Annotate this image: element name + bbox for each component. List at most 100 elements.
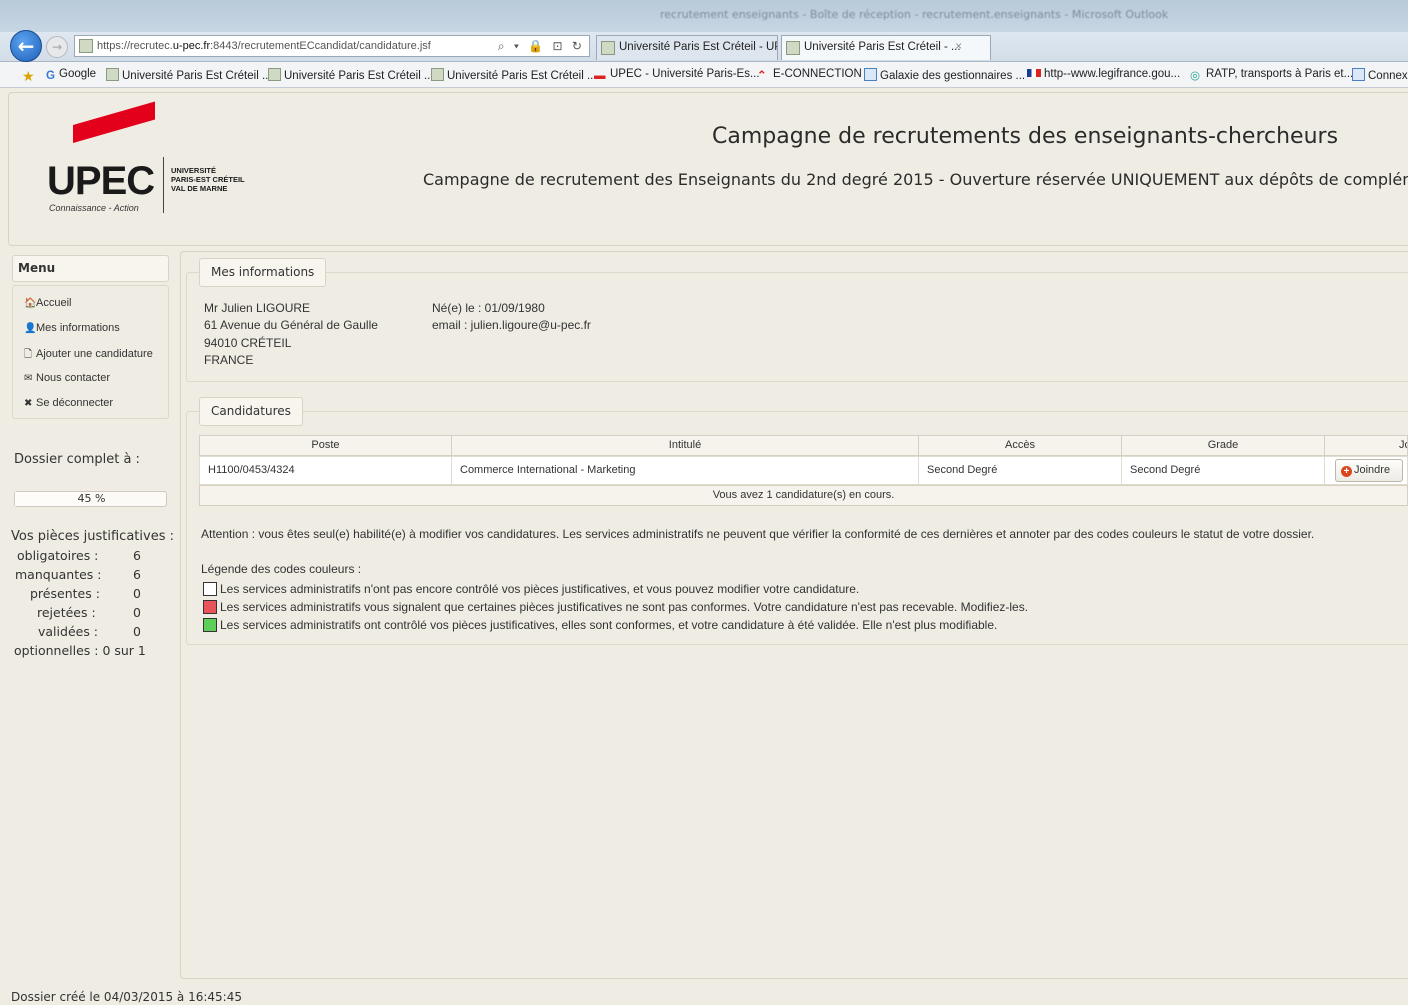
user-name: Mr Julien LIGOURE	[204, 301, 311, 315]
logo-university-text: UNIVERSITÉ PARIS-EST CRÉTEIL VAL DE MARN…	[171, 166, 245, 193]
forward-button[interactable]: →	[46, 36, 68, 58]
red-swatch-icon	[203, 600, 217, 614]
user-address-line1: 61 Avenue du Général de Gaulle	[204, 318, 378, 332]
progress-text: 45 %	[77, 492, 106, 505]
pieces-title: Vos pièces justificatives :	[11, 529, 174, 544]
pieces-obligatoires-label: obligatoires :	[17, 548, 99, 563]
favorite-legifrance[interactable]: http--www.legifrance.gou...	[1027, 68, 1180, 80]
site-icon	[431, 68, 444, 81]
logo-red-bar	[73, 101, 155, 143]
logo-wordmark: UPEC	[47, 159, 155, 203]
google-icon: G	[46, 70, 55, 82]
tab-label: Université Paris Est Créteil - UP...	[619, 41, 778, 53]
menu-item-nous-contacter[interactable]: ✉ Nous contacter	[24, 372, 110, 384]
upec-mark-icon: ▬	[594, 70, 606, 82]
cell-poste: H1100/0453/4324	[199, 456, 452, 485]
pieces-validees-label: validées :	[38, 624, 99, 639]
favorites-bar: ★ G Google Université Paris Est Créteil .…	[0, 62, 1408, 88]
back-button[interactable]: ←	[10, 30, 42, 62]
white-swatch-icon	[203, 582, 217, 596]
cell-intitule: Commerce International - Marketing	[451, 456, 919, 485]
pieces-manquantes-label: manquantes :	[15, 567, 102, 582]
logo-divider	[163, 157, 164, 213]
menu-heading: Menu	[12, 255, 169, 282]
user-country: FRANCE	[204, 353, 254, 367]
favorite-google[interactable]: G Google	[46, 68, 96, 83]
favorite-upec-paris-est[interactable]: ▬ UPEC - Université Paris-Es...	[594, 68, 760, 83]
address-bar[interactable]: https://recrutec.u-pec.fr:8443/recruteme…	[74, 35, 590, 57]
favorite-upec-2[interactable]: Université Paris Est Créteil ...	[268, 68, 434, 82]
column-header-grade[interactable]: Grade	[1121, 435, 1325, 456]
column-header-poste[interactable]: Poste	[199, 435, 452, 456]
favorites-star-icon[interactable]: ★	[22, 68, 41, 84]
pieces-manquantes-value: 6	[133, 567, 141, 582]
sidebar-menu: 🏠Accueil 👤Mes informations 🗋 Ajouter une …	[12, 285, 169, 419]
pieces-validees-value: 0	[133, 624, 141, 639]
tab-upec-2[interactable]: Université Paris Est Créteil - ... ×	[781, 35, 991, 60]
green-swatch-icon	[203, 618, 217, 632]
cell-acces: Second Degré	[918, 456, 1122, 485]
window-titlebar: recrutement enseignants - Boîte de récep…	[0, 0, 1408, 32]
user-address-line2: 94010 CRÉTEIL	[204, 336, 292, 350]
tab-favicon-icon	[601, 41, 615, 55]
logo-tagline: Connaissance - Action	[49, 203, 139, 213]
dossier-progress-bar: 45 %	[14, 491, 167, 507]
joindre-button[interactable]: + Joindre	[1335, 459, 1403, 482]
home-icon: 🏠	[24, 298, 37, 309]
ie-page-icon	[1352, 68, 1365, 81]
menu-item-accueil[interactable]: 🏠Accueil	[24, 297, 71, 309]
user-email: email : julien.ligoure@u-pec.fr	[432, 318, 591, 332]
site-icon	[106, 68, 119, 81]
ratp-icon: ◎	[1190, 70, 1201, 82]
attention-notice: Attention : vous êtes seul(e) habilité(e…	[201, 527, 1315, 541]
favorite-e-connection[interactable]: ⌃ E-CONNECTION	[757, 68, 862, 82]
page-header: UPEC Connaissance - Action UNIVERSITÉ PA…	[8, 92, 1408, 246]
dossier-created-footer: Dossier créé le 04/03/2015 à 16:45:45	[11, 990, 242, 1004]
window-title: recrutement enseignants - Boîte de récep…	[660, 8, 1169, 21]
e-connection-icon: ⌃	[757, 70, 767, 82]
mes-informations-header[interactable]: Mes informations	[199, 258, 327, 287]
legend-item-red: Les services administratifs vous signale…	[203, 600, 1028, 614]
pieces-presentes-label: présentes :	[30, 586, 100, 601]
tab-favicon-icon	[786, 41, 800, 55]
column-header-acces[interactable]: Accès	[918, 435, 1122, 456]
ie-page-icon	[864, 68, 877, 81]
legend-item-green: Les services administratifs ont contrôlé…	[203, 618, 997, 632]
pieces-rejetees-value: 0	[133, 605, 141, 620]
address-tools-icons[interactable]: ⌕ ▾ 🔒 ⊡ ↻	[498, 36, 585, 56]
menu-item-ajouter-candidature[interactable]: 🗋 Ajouter une candidature	[24, 347, 153, 364]
candidatures-header[interactable]: Candidatures	[199, 397, 303, 426]
user-birthdate: Né(e) le : 01/09/1980	[432, 301, 545, 315]
user-icon: 👤	[24, 323, 37, 334]
menu-item-mes-informations[interactable]: 👤Mes informations	[24, 322, 120, 334]
column-header-joindre[interactable]: Joindre	[1324, 435, 1408, 456]
pieces-rejetees-label: rejetées :	[37, 605, 96, 620]
url-prefix: https://recrutec.	[97, 40, 173, 52]
french-flag-icon	[1027, 69, 1041, 77]
close-icon: ✖	[24, 398, 33, 409]
dossier-complet-label: Dossier complet à :	[14, 452, 140, 467]
site-icon	[268, 68, 281, 81]
pieces-obligatoires-value: 6	[133, 548, 141, 563]
url-path: :8443/recrutementECcandidat/candidature.…	[210, 40, 431, 52]
url-host: u-pec.fr	[172, 40, 211, 52]
upec-logo[interactable]: UPEC Connaissance - Action UNIVERSITÉ PA…	[47, 101, 267, 223]
tab-label: Université Paris Est Créteil - ...	[804, 41, 961, 53]
plus-circle-icon: +	[1341, 466, 1352, 477]
pieces-optionnelles: optionnelles : 0 sur 1	[14, 643, 146, 658]
menu-item-se-deconnecter[interactable]: ✖ Se déconnecter	[24, 397, 113, 409]
tab-close-icon[interactable]: ×	[955, 36, 962, 59]
envelope-icon: ✉	[24, 373, 33, 384]
candidatures-count: Vous avez 1 candidature(s) en cours.	[199, 485, 1408, 506]
favorite-upec-1[interactable]: Université Paris Est Créteil ...	[106, 68, 272, 82]
tab-upec-1[interactable]: Université Paris Est Créteil - UP...	[596, 35, 778, 60]
page-subtitle: Campagne de recrutement des Enseignants …	[422, 170, 1408, 189]
site-favicon-icon	[79, 39, 93, 53]
column-header-intitule[interactable]: Intitulé	[451, 435, 919, 456]
favorite-upec-3[interactable]: Université Paris Est Créteil ...	[431, 68, 597, 82]
legend-item-white: Les services administratifs n'ont pas en…	[203, 582, 859, 596]
cell-grade: Second Degré	[1121, 456, 1325, 485]
favorite-ratp[interactable]: ◎ RATP, transports à Paris et...	[1190, 68, 1353, 82]
favorite-connex[interactable]: Connex	[1352, 68, 1408, 82]
favorite-galaxie[interactable]: Galaxie des gestionnaires ...	[864, 68, 1025, 82]
